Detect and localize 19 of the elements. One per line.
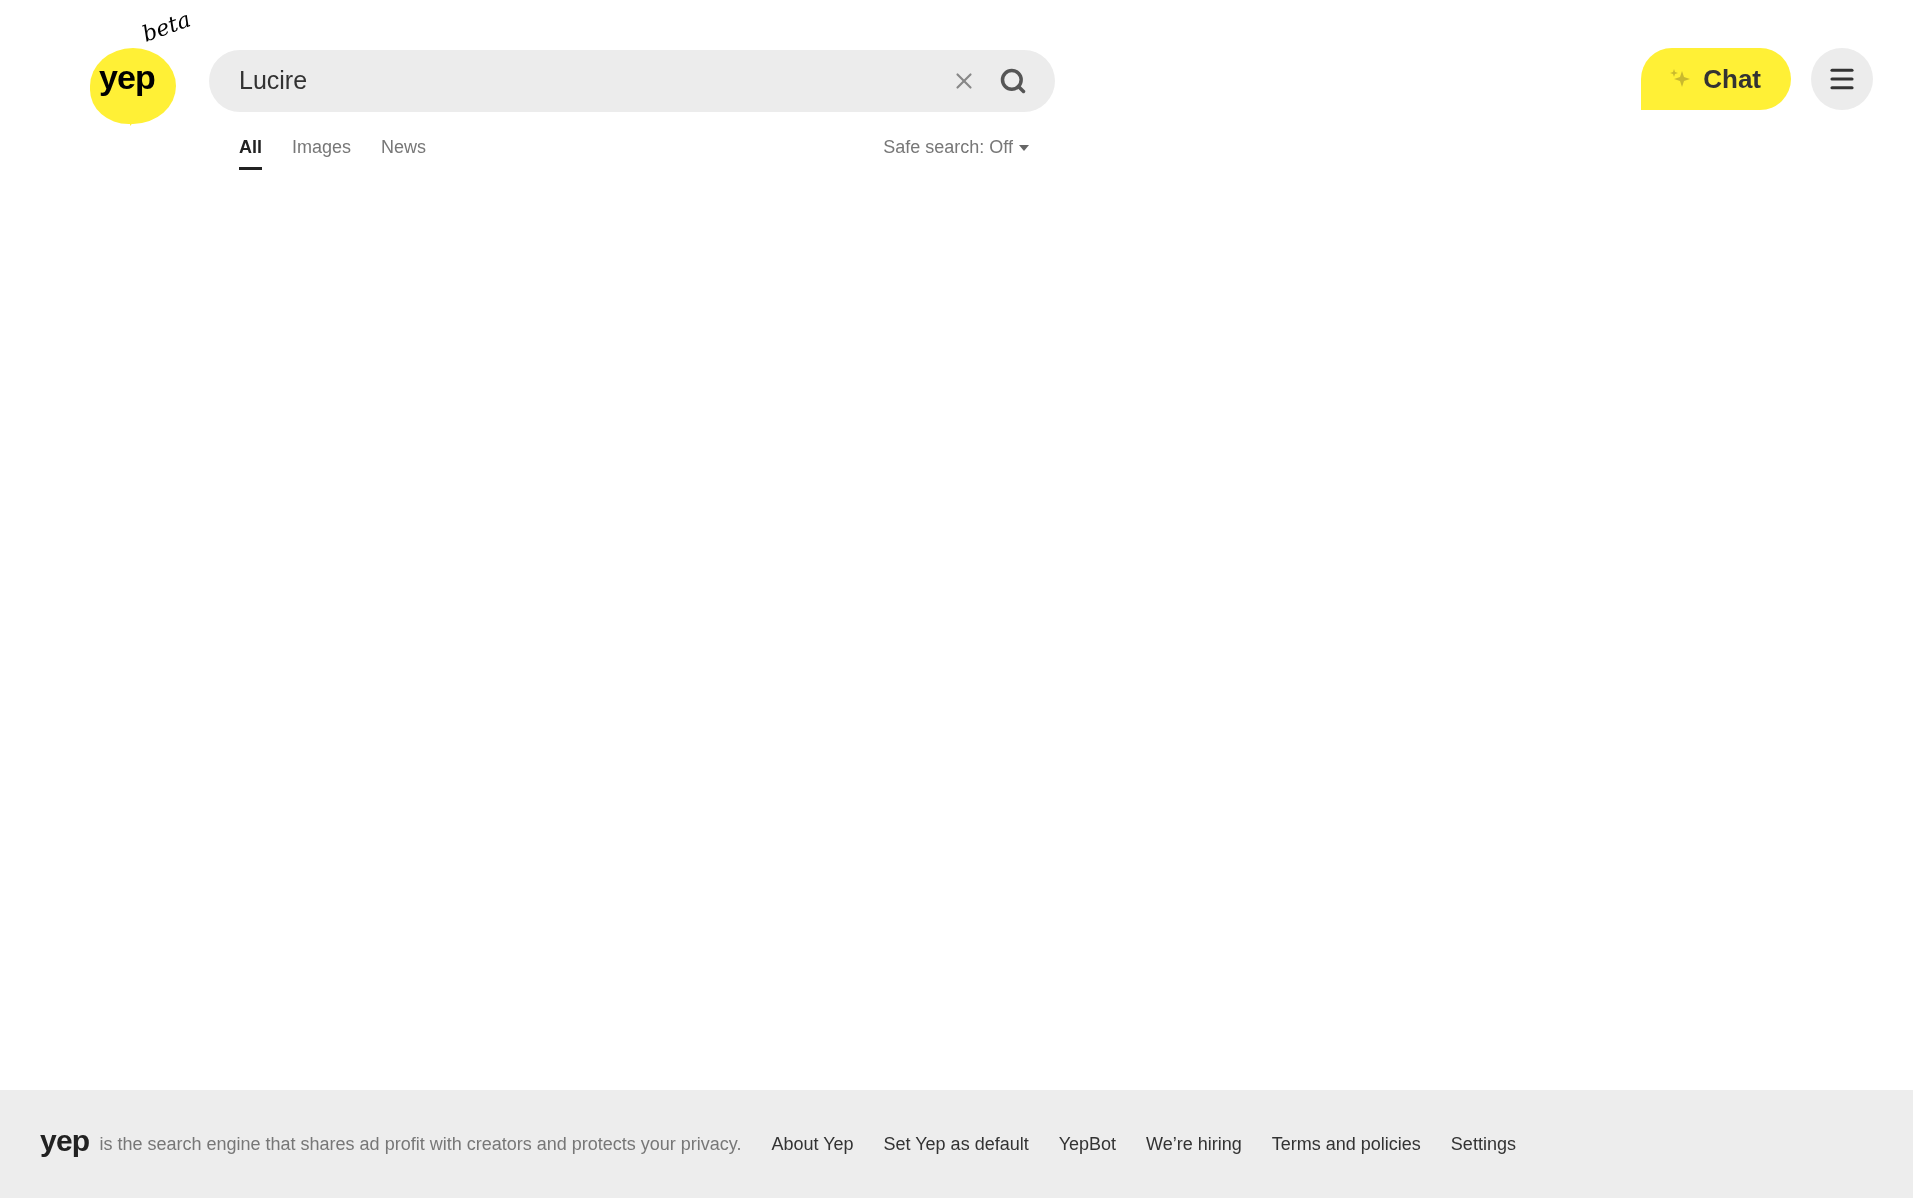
search-field[interactable]: Lucire: [209, 50, 1055, 112]
caret-icon: [1019, 144, 1029, 151]
chat-button[interactable]: Chat: [1641, 48, 1791, 110]
search-tab[interactable]: All: [239, 134, 262, 170]
search-input[interactable]: Lucire: [239, 62, 951, 100]
logo-wordmark: yep: [99, 60, 156, 94]
footer-link[interactable]: Set Yep as default: [883, 1130, 1029, 1158]
footer-link[interactable]: About Yep: [771, 1130, 854, 1158]
footer-tagline: is the search engine that shares ad profit with creators and protects your privacy.: [99, 1132, 742, 1156]
search-tab[interactable]: News: [381, 134, 427, 170]
footer-wordmark: yep: [40, 1126, 90, 1156]
footer-link[interactable]: Terms and policies: [1271, 1130, 1421, 1158]
beta-label: beta: [139, 8, 194, 46]
search-icon[interactable]: [999, 67, 1027, 95]
safe-search-dropdown[interactable]: Safe search: Off: [883, 134, 1029, 170]
footer-link[interactable]: Settings: [1450, 1130, 1516, 1158]
footer-link[interactable]: YepBot: [1058, 1130, 1117, 1158]
search-tab[interactable]: Images: [292, 134, 352, 170]
footer-link[interactable]: We’re hiring: [1146, 1130, 1242, 1158]
